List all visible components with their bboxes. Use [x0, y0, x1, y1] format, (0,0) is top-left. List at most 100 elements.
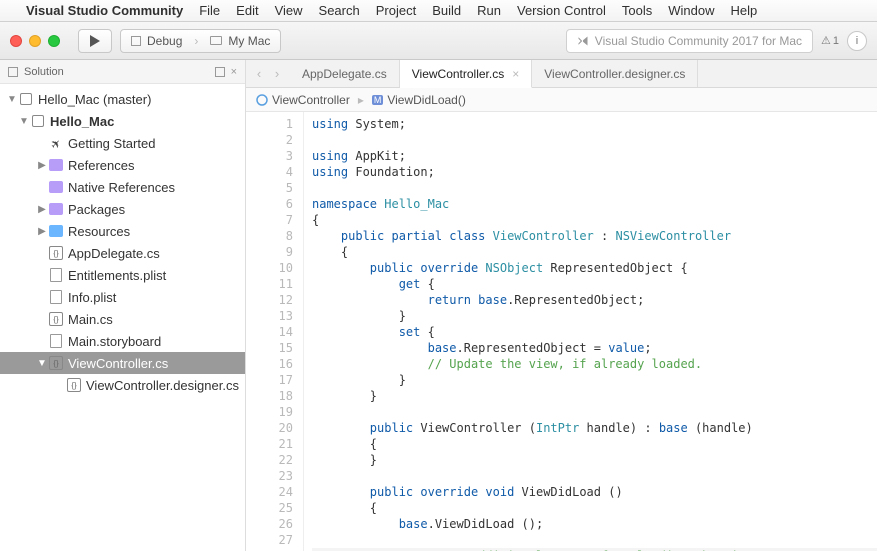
chevron-icon[interactable]	[36, 138, 48, 149]
chevron-icon[interactable]: ▶	[36, 160, 48, 171]
toolbar: Debug › My Mac Visual Studio Community 2…	[0, 22, 877, 60]
code-line[interactable]: {	[312, 244, 877, 260]
run-config-selector[interactable]: Debug › My Mac	[120, 29, 281, 53]
menu-search[interactable]: Search	[319, 3, 360, 18]
code-line[interactable]	[312, 532, 877, 548]
code-line[interactable]: using AppKit;	[312, 148, 877, 164]
search-placeholder: Visual Studio Community 2017 for Mac	[595, 34, 802, 48]
close-window-button[interactable]	[10, 35, 22, 47]
editor-tabs: ‹ › AppDelegate.csViewController.cs× View…	[246, 60, 877, 88]
project-node[interactable]: ▼ Hello_Mac	[0, 110, 245, 132]
warnings-indicator[interactable]: ⚠ 1	[821, 34, 839, 47]
pad-collapse-icon[interactable]	[8, 67, 18, 77]
breadcrumb-member[interactable]: M ViewDidLoad()	[372, 93, 466, 107]
editor-tab[interactable]: AppDelegate.cs	[290, 60, 400, 87]
code-line[interactable]: namespace Hello_Mac	[312, 196, 877, 212]
editor-tab[interactable]: ViewController.designer.cs	[532, 60, 698, 87]
code-line[interactable]: base.RepresentedObject = value;	[312, 340, 877, 356]
solution-pad: Solution × ▼ Hello_Mac (master) ▼ Hello_…	[0, 60, 246, 551]
nav-back-button[interactable]: ‹	[252, 66, 266, 81]
code-line[interactable]: get {	[312, 276, 877, 292]
menu-edit[interactable]: Edit	[236, 3, 258, 18]
chevron-icon[interactable]: ▶	[36, 204, 48, 215]
code-line[interactable]	[312, 468, 877, 484]
chevron-icon[interactable]: ▶	[36, 226, 48, 237]
tree-item[interactable]: Getting Started	[0, 132, 245, 154]
chevron-icon[interactable]	[36, 292, 48, 303]
tree-item[interactable]: Native References	[0, 176, 245, 198]
menu-view[interactable]: View	[275, 3, 303, 18]
code-line[interactable]: {	[312, 212, 877, 228]
code-line[interactable]: base.ViewDidLoad ();	[312, 516, 877, 532]
tab-label: ViewController.designer.cs	[544, 67, 685, 81]
line-number: 23	[246, 468, 293, 484]
pad-pin-button[interactable]	[215, 67, 225, 77]
tree-item[interactable]: {}AppDelegate.cs	[0, 242, 245, 264]
line-number: 10	[246, 260, 293, 276]
code-body[interactable]: using System; using AppKit;using Foundat…	[304, 112, 877, 551]
tree-item[interactable]: ▼{}ViewController.cs	[0, 352, 245, 374]
project-label: Hello_Mac	[50, 114, 114, 129]
menu-window[interactable]: Window	[668, 3, 714, 18]
code-line[interactable]: }	[312, 372, 877, 388]
zoom-window-button[interactable]	[48, 35, 60, 47]
menu-run[interactable]: Run	[477, 3, 501, 18]
code-line[interactable]: public ViewController (IntPtr handle) : …	[312, 420, 877, 436]
code-line[interactable]	[312, 180, 877, 196]
pad-close-button[interactable]: ×	[231, 66, 237, 78]
chevron-icon[interactable]: ▼	[36, 358, 48, 369]
line-numbers: 1234567891011121314151617181920212223242…	[246, 112, 304, 551]
breadcrumb-member-label: ViewDidLoad()	[387, 93, 466, 107]
chevron-icon[interactable]	[36, 248, 48, 259]
chevron-icon[interactable]	[36, 336, 48, 347]
app-name[interactable]: Visual Studio Community	[26, 3, 183, 18]
menu-tools[interactable]: Tools	[622, 3, 652, 18]
tree-item[interactable]: {}ViewController.designer.cs	[0, 374, 245, 396]
notifications-button[interactable]: i	[847, 31, 867, 51]
tree-item[interactable]: Main.storyboard	[0, 330, 245, 352]
code-line[interactable]: set {	[312, 324, 877, 340]
code-line[interactable]: {	[312, 500, 877, 516]
menu-project[interactable]: Project	[376, 3, 416, 18]
code-line[interactable]: return base.RepresentedObject;	[312, 292, 877, 308]
tree-item[interactable]: ▶References	[0, 154, 245, 176]
tree-item[interactable]: Entitlements.plist	[0, 264, 245, 286]
code-line[interactable]: public override void ViewDidLoad ()	[312, 484, 877, 500]
run-button[interactable]	[78, 29, 112, 53]
menu-help[interactable]: Help	[730, 3, 757, 18]
code-line[interactable]: {	[312, 436, 877, 452]
code-line[interactable]: // Update the view, if already loaded.	[312, 356, 877, 372]
chevron-icon[interactable]	[36, 314, 48, 325]
line-number: 26	[246, 516, 293, 532]
line-number: 24	[246, 484, 293, 500]
line-number: 11	[246, 276, 293, 292]
global-search[interactable]: Visual Studio Community 2017 for Mac	[566, 29, 813, 53]
tree-item[interactable]: ▶Resources	[0, 220, 245, 242]
menu-version-control[interactable]: Version Control	[517, 3, 606, 18]
menu-file[interactable]: File	[199, 3, 220, 18]
code-line[interactable]	[312, 132, 877, 148]
code-line[interactable]: }	[312, 308, 877, 324]
chevron-icon[interactable]	[36, 270, 48, 281]
code-line[interactable]: public partial class ViewController : NS…	[312, 228, 877, 244]
code-editor[interactable]: 1234567891011121314151617181920212223242…	[246, 112, 877, 551]
code-line[interactable]: public override NSObject RepresentedObje…	[312, 260, 877, 276]
chevron-icon[interactable]	[54, 380, 66, 391]
breadcrumb-class[interactable]: ViewController	[256, 93, 350, 107]
solution-node[interactable]: ▼ Hello_Mac (master)	[0, 88, 245, 110]
menu-build[interactable]: Build	[432, 3, 461, 18]
code-line[interactable]: using Foundation;	[312, 164, 877, 180]
code-line[interactable]	[312, 404, 877, 420]
code-line[interactable]: }	[312, 452, 877, 468]
chevron-icon[interactable]	[36, 182, 48, 193]
code-line[interactable]: using System;	[312, 116, 877, 132]
tree-item[interactable]: ▶Packages	[0, 198, 245, 220]
minimize-window-button[interactable]	[29, 35, 41, 47]
line-number: 21	[246, 436, 293, 452]
tree-item[interactable]: Info.plist	[0, 286, 245, 308]
tree-item[interactable]: {}Main.cs	[0, 308, 245, 330]
editor-tab[interactable]: ViewController.cs×	[400, 60, 533, 88]
nav-forward-button[interactable]: ›	[270, 66, 284, 81]
code-line[interactable]: }	[312, 388, 877, 404]
close-tab-button[interactable]: ×	[512, 67, 519, 81]
